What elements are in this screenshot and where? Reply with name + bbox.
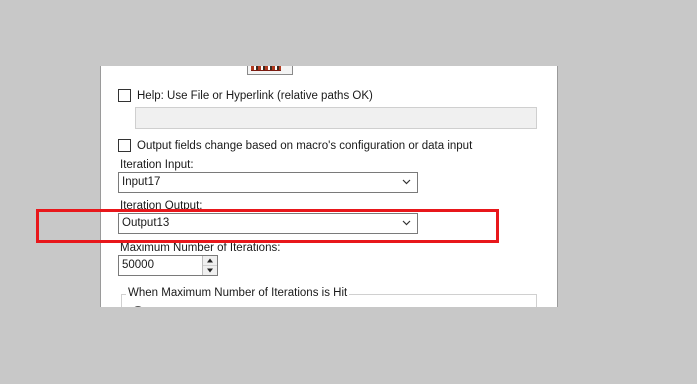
macro-icon bbox=[247, 66, 293, 75]
help-checkbox[interactable] bbox=[118, 89, 131, 102]
iteration-input-value: Input17 bbox=[122, 176, 161, 188]
iteration-output-value: Output13 bbox=[122, 217, 170, 229]
spinner-buttons bbox=[202, 256, 217, 275]
output-fields-checkbox[interactable] bbox=[118, 139, 131, 152]
chevron-down-icon bbox=[402, 220, 411, 226]
max-iterations-label: Maximum Number of Iterations: bbox=[120, 242, 281, 254]
iteration-input-label: Iteration Input: bbox=[120, 159, 194, 171]
help-checkbox-label: Help: Use File or Hyperlink (relative pa… bbox=[137, 90, 373, 102]
macro-configuration-panel: Help: Use File or Hyperlink (relative pa… bbox=[100, 66, 558, 307]
triangle-up-icon bbox=[207, 258, 213, 263]
iteration-output-select[interactable]: Output13 bbox=[118, 213, 418, 234]
iteration-output-label: Iteration Output: bbox=[120, 200, 203, 212]
macro-icon-image bbox=[251, 66, 281, 71]
chevron-down-icon bbox=[402, 179, 411, 185]
output-fields-checkbox-label: Output fields change based on macro's co… bbox=[137, 140, 473, 152]
iteration-input-select[interactable]: Input17 bbox=[118, 172, 418, 193]
spin-down-button[interactable] bbox=[203, 266, 217, 275]
triangle-down-icon bbox=[207, 268, 213, 273]
help-path-field bbox=[135, 107, 537, 129]
max-hit-group-title: When Maximum Number of Iterations is Hit bbox=[126, 287, 350, 299]
max-iterations-spinner[interactable]: 50000 bbox=[118, 255, 218, 276]
spin-up-button[interactable] bbox=[203, 256, 217, 266]
max-iterations-value: 50000 bbox=[122, 259, 154, 271]
